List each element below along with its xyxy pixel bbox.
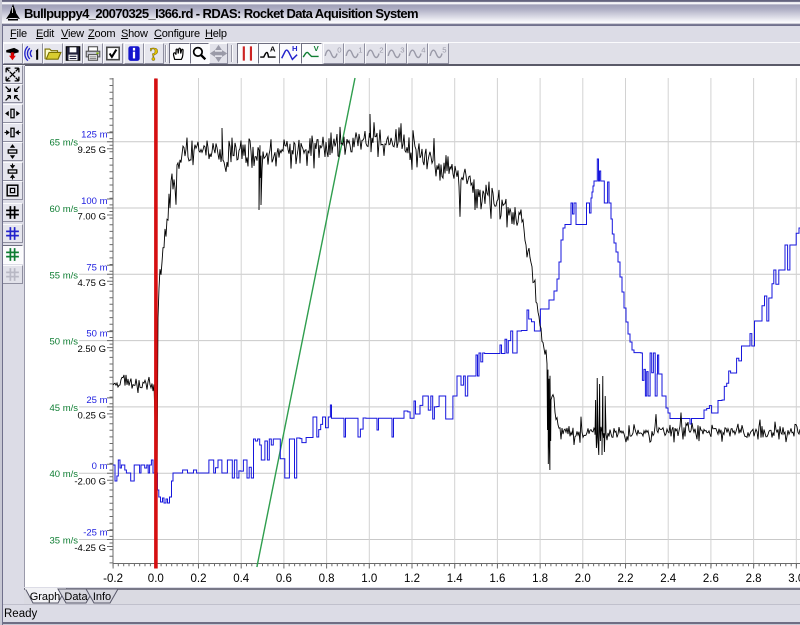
svg-text:-0.2: -0.2 — [103, 573, 123, 585]
svg-text:2.50 G: 2.50 G — [77, 344, 106, 355]
svg-text:0.4: 0.4 — [233, 573, 250, 585]
svg-text:2.2: 2.2 — [618, 573, 634, 585]
svg-text:Graph: Graph — [30, 591, 61, 603]
svg-text:7.00 G: 7.00 G — [77, 212, 106, 223]
svg-text:0.6: 0.6 — [276, 573, 292, 585]
svg-text:125 m: 125 m — [81, 130, 107, 141]
svg-text:1.8: 1.8 — [532, 573, 548, 585]
svg-text:Data: Data — [64, 591, 88, 603]
svg-text:-4.25 G: -4.25 G — [74, 543, 106, 554]
svg-text:0.2: 0.2 — [191, 573, 207, 585]
svg-text:1.4: 1.4 — [447, 573, 464, 585]
svg-text:4.75 G: 4.75 G — [77, 278, 106, 289]
svg-text:0 m: 0 m — [92, 461, 108, 472]
svg-text:3.0: 3.0 — [788, 573, 800, 585]
svg-text:100 m: 100 m — [81, 196, 107, 207]
svg-text:50 m: 50 m — [86, 329, 107, 340]
svg-text:0.8: 0.8 — [319, 573, 335, 585]
svg-text:1.2: 1.2 — [404, 573, 420, 585]
svg-text:25 m: 25 m — [86, 395, 107, 406]
svg-text:2.6: 2.6 — [703, 573, 719, 585]
svg-text:1.6: 1.6 — [489, 573, 505, 585]
svg-text:2.0: 2.0 — [575, 573, 591, 585]
svg-text:1.0: 1.0 — [361, 573, 377, 585]
svg-text:50 m/s: 50 m/s — [49, 337, 78, 348]
svg-text:0.25 G: 0.25 G — [77, 410, 106, 421]
svg-text:45 m/s: 45 m/s — [49, 403, 78, 414]
svg-text:9.25 G: 9.25 G — [77, 145, 106, 156]
svg-text:60 m/s: 60 m/s — [49, 204, 78, 215]
svg-text:75 m: 75 m — [86, 262, 107, 273]
svg-text:2.8: 2.8 — [746, 573, 762, 585]
svg-text:-25 m: -25 m — [83, 528, 107, 539]
svg-text:0.0: 0.0 — [148, 573, 164, 585]
svg-text:-2.00 G: -2.00 G — [74, 477, 106, 488]
svg-text:65 m/s: 65 m/s — [49, 138, 78, 149]
svg-text:2.4: 2.4 — [660, 573, 677, 585]
svg-text:55 m/s: 55 m/s — [49, 270, 78, 281]
svg-text:Info: Info — [93, 591, 111, 603]
